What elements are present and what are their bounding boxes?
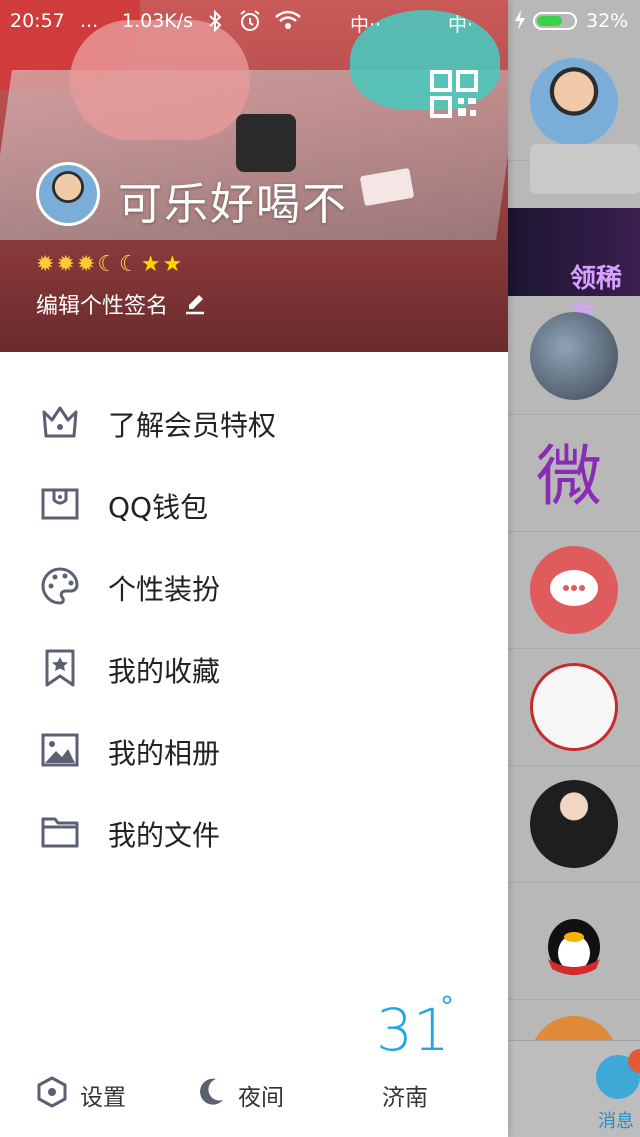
- avatar: [530, 312, 618, 400]
- clock: 20:57: [10, 10, 65, 32]
- palette-icon: [40, 566, 80, 606]
- chat-row[interactable]: [508, 766, 640, 883]
- side-drawer: 可乐好喝不 ✹✹✹☾☾★★ 编辑个性签名 20:57 ... 1.03K/s 中…: [0, 0, 628, 1137]
- menu-item-album[interactable]: 我的相册: [0, 708, 508, 790]
- alarm-icon: [238, 9, 262, 38]
- level-star-icon: ★: [140, 252, 161, 277]
- profile-nickname[interactable]: 可乐好喝不: [118, 168, 348, 232]
- pencil-icon: [183, 292, 207, 322]
- menu-item-label: 我的文件: [108, 819, 221, 852]
- network-speed: 1.03K/s: [122, 10, 194, 32]
- menu-item-label: 了解会员特权: [108, 409, 277, 442]
- battery-icon: [533, 12, 577, 30]
- avatar: [530, 546, 618, 634]
- wallet-icon: [40, 484, 80, 524]
- settings-label: 设置: [80, 1085, 126, 1111]
- menu-item-files[interactable]: 我的文件: [0, 790, 508, 872]
- battery-fill: [537, 16, 562, 26]
- chat-row[interactable]: [508, 532, 640, 649]
- drawer-menu: 了解会员特权 QQ钱包 个性装扮 我的收藏 我的相册 我的文件: [0, 380, 508, 872]
- menu-item-qq-wallet[interactable]: QQ钱包: [0, 462, 508, 544]
- tab-messages[interactable]: 消息: [598, 1107, 634, 1133]
- profile-avatar[interactable]: [36, 162, 100, 226]
- qr-code-icon[interactable]: [430, 70, 478, 118]
- chat-list-background: 领稀有 微 消息: [508, 0, 640, 1137]
- wifi-icon: [274, 9, 302, 36]
- weather-city[interactable]: 济南: [382, 1078, 428, 1112]
- menu-item-label: 个性装扮: [108, 573, 221, 606]
- qq-level-icons[interactable]: ✹✹✹☾☾★★: [36, 252, 184, 278]
- weather-temperature[interactable]: 31: [376, 996, 450, 1064]
- bluetooth-icon: [208, 9, 222, 37]
- chat-row[interactable]: 微: [508, 415, 640, 532]
- level-moon-icon: ☾: [97, 252, 118, 277]
- folder-icon: [40, 812, 80, 852]
- menu-item-personalize[interactable]: 个性装扮: [0, 544, 508, 626]
- menu-item-favorites[interactable]: 我的收藏: [0, 626, 508, 708]
- settings-button[interactable]: 设置: [36, 1076, 146, 1112]
- chat-row[interactable]: [508, 298, 640, 415]
- edit-signature-link[interactable]: 编辑个性签名: [36, 288, 207, 322]
- level-sun-icon: ✹: [56, 252, 75, 277]
- settings-hexagon-icon: [36, 1076, 68, 1108]
- promo-banner[interactable]: 领稀有: [508, 208, 640, 331]
- crown-icon: [40, 402, 80, 442]
- charging-icon: [514, 10, 526, 35]
- status-bar: 20:57 ... 1.03K/s 中·· 中· 32%: [0, 0, 640, 44]
- night-mode-label: 夜间: [238, 1085, 284, 1111]
- avatar: [530, 780, 618, 868]
- qq-penguin-avatar: [530, 897, 618, 985]
- level-sun-icon: ✹: [36, 252, 55, 277]
- notification-dots: ...: [80, 10, 99, 32]
- bookmark-star-icon: [40, 648, 80, 688]
- menu-item-label: 我的相册: [108, 737, 221, 770]
- header-illustration: [236, 114, 296, 172]
- avatar: 微: [530, 429, 618, 517]
- menu-item-label: 我的收藏: [108, 655, 221, 688]
- signature-label: 编辑个性签名: [36, 294, 169, 319]
- carrier-1: 中··: [350, 14, 382, 36]
- search-bar-stub: [530, 144, 640, 194]
- bottom-tab-bar: 消息: [508, 1040, 640, 1137]
- menu-item-label: QQ钱包: [108, 491, 209, 524]
- avatar: [530, 58, 618, 146]
- avatar: [530, 663, 618, 751]
- level-sun-icon: ✹: [76, 252, 96, 277]
- carrier-2: 中·: [448, 14, 474, 36]
- moon-icon: [194, 1076, 226, 1108]
- chat-row[interactable]: [508, 649, 640, 766]
- weather-degree-symbol: °: [440, 990, 454, 1023]
- svg-text:微: 微: [536, 438, 602, 515]
- profile-header: 可乐好喝不 ✹✹✹☾☾★★ 编辑个性签名: [0, 0, 508, 352]
- chat-row[interactable]: [508, 883, 640, 1000]
- battery-percent: 32%: [586, 10, 629, 32]
- drawer-footer: 设置 夜间: [0, 1060, 508, 1130]
- photo-icon: [40, 730, 80, 770]
- level-moon-icon: ☾: [119, 252, 139, 277]
- level-star-icon: ★: [162, 252, 183, 277]
- menu-item-vip-privileges[interactable]: 了解会员特权: [0, 380, 508, 462]
- night-mode-button[interactable]: 夜间: [194, 1076, 304, 1112]
